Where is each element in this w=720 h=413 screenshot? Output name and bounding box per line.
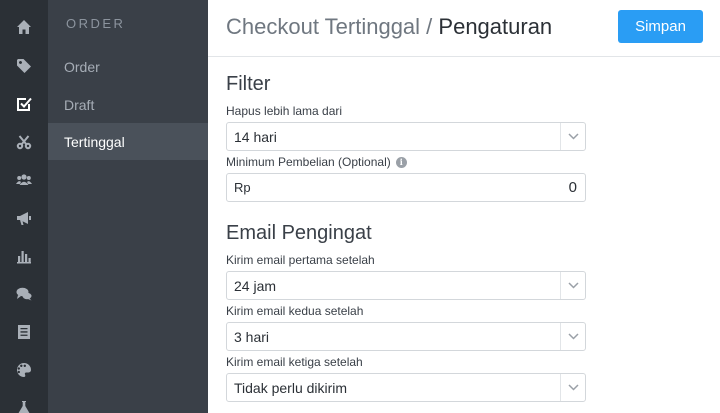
first-email-select[interactable]: 24 jam [226,271,586,300]
min-purchase-label-text: Minimum Pembelian (Optional) [226,155,391,169]
third-email-label: Kirim email ketiga setelah [226,355,363,369]
rail-products[interactable] [0,47,48,85]
second-email-label-text: Kirim email kedua setelah [226,304,364,318]
delete-after-label-text: Hapus lebih lama dari [226,104,343,118]
palette-icon [17,363,31,377]
third-email-value: Tidak perlu dikirim [234,379,348,396]
email-section-title: Email Pengingat [226,222,372,244]
order-subnav: ORDER Order Draft Tertinggal [48,0,208,413]
flask-icon [18,401,30,413]
subnav-item-tertinggal[interactable]: Tertinggal [48,123,208,160]
min-purchase-input[interactable]: Rp 0 [226,173,586,202]
users-icon [16,174,32,185]
first-email-value: 24 jam [234,277,277,294]
chevron-down-icon [560,272,585,299]
breadcrumb-parent[interactable]: Checkout Tertinggal / [226,14,432,39]
filter-section-title: Filter [226,73,271,95]
delete-after-label: Hapus lebih lama dari [226,104,342,118]
third-email-label-text: Kirim email ketiga setelah [226,355,363,369]
currency-prefix: Rp [234,180,251,195]
tag-icon [17,59,31,73]
icon-rail [0,0,48,413]
rail-home[interactable] [0,8,48,46]
chevron-down-icon [560,123,585,150]
first-email-label-text: Kirim email pertama setelah [226,253,375,267]
chat-icon [16,287,32,301]
rail-chat[interactable] [0,275,48,313]
third-email-select[interactable]: Tidak perlu dikirim [226,373,586,402]
second-email-select[interactable]: 3 hari [226,322,586,351]
breadcrumb-current: Pengaturan [438,14,553,39]
subnav-item-order[interactable]: Order [48,48,208,85]
second-email-value: 3 hari [234,328,270,345]
rail-customers[interactable] [0,161,48,199]
subnav-item-draft[interactable]: Draft [48,86,208,123]
settings-form: Filter Hapus lebih lama dari 14 hari Min… [208,57,720,413]
info-icon[interactable]: i [395,156,407,168]
subnav-title: ORDER [66,16,126,31]
first-email-label: Kirim email pertama setelah [226,253,375,267]
megaphone-icon [17,212,31,225]
scissors-icon [16,135,32,150]
min-purchase-label: Minimum Pembelian (Optional) i [226,155,407,169]
bar-chart-icon [17,251,31,264]
rail-labs[interactable] [0,389,48,413]
rail-reports[interactable] [0,237,48,275]
min-purchase-value: 0 [568,179,577,196]
chevron-down-icon [560,323,585,350]
delete-after-select[interactable]: 14 hari [226,122,586,151]
breadcrumb: Checkout Tertinggal / Pengaturan [226,14,552,40]
home-icon [17,20,31,34]
page-header: Checkout Tertinggal / Pengaturan Simpan [208,0,720,57]
second-email-label: Kirim email kedua setelah [226,304,363,318]
checkbox-icon [17,97,32,111]
rail-pages[interactable] [0,313,48,351]
chevron-down-icon [560,374,585,401]
rail-themes[interactable] [0,351,48,389]
rail-marketing[interactable] [0,199,48,237]
document-icon [18,325,30,339]
delete-after-value: 14 hari [234,128,277,145]
rail-promotions[interactable] [0,123,48,161]
save-button[interactable]: Simpan [618,10,703,43]
rail-orders[interactable] [0,85,48,123]
